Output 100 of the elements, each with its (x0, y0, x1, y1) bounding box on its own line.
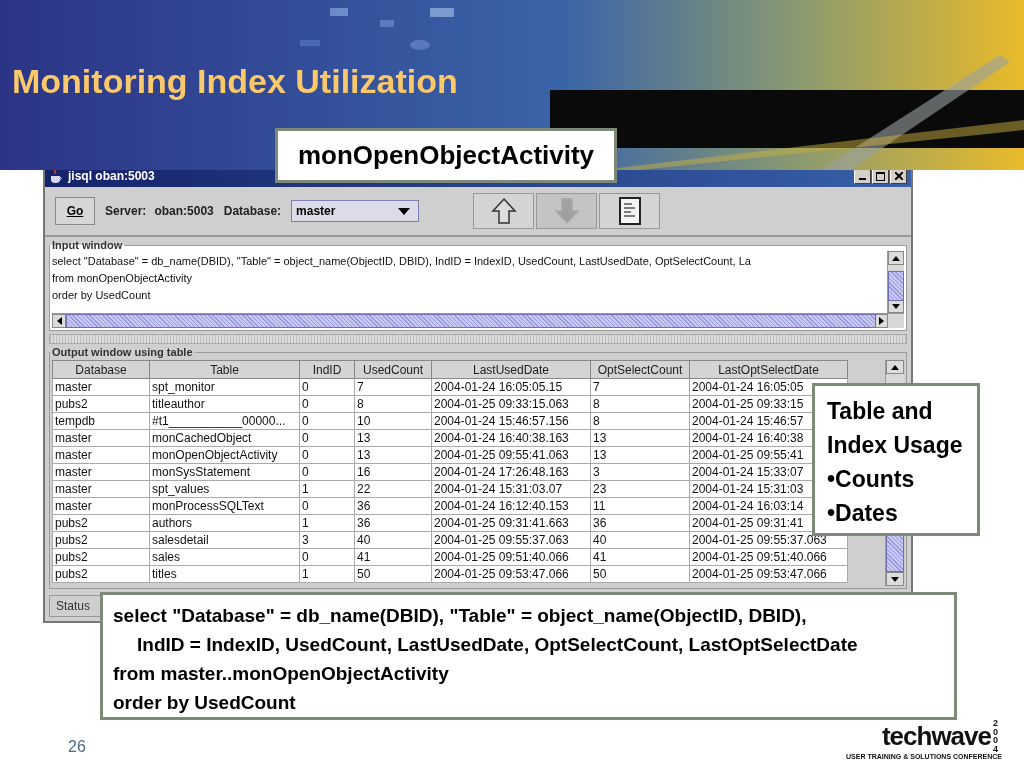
triangle-down-icon (891, 576, 899, 582)
table-cell: 0 (299, 463, 355, 481)
triangle-down-icon (892, 303, 900, 309)
table-cell: 8 (590, 412, 690, 430)
table-cell: 2004-01-25 09:51:40.066 (431, 548, 591, 566)
table-cell: master (52, 480, 150, 498)
table-cell: 0 (299, 429, 355, 447)
query-text: select "Database" = db_name(DBID), "Table" = object_name(ObjectID, DBID), (113, 604, 807, 628)
table-cell: spt_values (149, 480, 300, 498)
maximize-icon (876, 171, 885, 181)
scroll-up-button[interactable] (886, 360, 904, 374)
query-text: order by UsedCount (113, 691, 296, 715)
table-cell: pubs2 (52, 514, 150, 532)
table-cell: 40 (590, 531, 690, 549)
table-cell: 41 (354, 548, 432, 566)
table-cell: 8 (590, 395, 690, 413)
table-cell: 0 (299, 548, 355, 566)
cup-icon (49, 168, 63, 184)
table-cell: 50 (354, 565, 432, 583)
table-cell: master (52, 429, 150, 447)
table-cell: monProcessSQLText (149, 497, 300, 515)
triangle-up-icon (892, 255, 900, 261)
server-label: Server: (105, 204, 147, 218)
table-cell: 23 (590, 480, 690, 498)
up-arrow-icon (490, 197, 517, 225)
table-cell: 8 (354, 395, 432, 413)
table-cell: 13 (590, 446, 690, 464)
table-cell: master (52, 497, 150, 515)
table-cell: 0 (299, 378, 355, 396)
table-cell: pubs2 (52, 565, 150, 583)
table-cell: monSysStatement (149, 463, 300, 481)
close-icon (894, 172, 903, 180)
database-dropdown[interactable]: master (291, 200, 420, 222)
callout-text: monOpenObjectActivity (297, 140, 595, 171)
table-cell: 36 (354, 497, 432, 515)
table-cell: 1 (299, 480, 355, 498)
triangle-up-icon (891, 364, 899, 370)
arrow-button[interactable] (473, 193, 535, 229)
query-editor[interactable]: select "Database" = db_name(DBID), "Table" = object_name(ObjectID, DBID), IndID = IndexID, UsedCount, LastUsedDate, OptSelectCount, La from monOpenObjectActivity order by UsedCount (52, 251, 887, 313)
table-cell: 13 (354, 429, 432, 447)
table-cell: 13 (354, 446, 432, 464)
table-cell: 2004-01-24 17:26:48.163 (431, 463, 591, 481)
query-text: IndID = IndexID, UsedCount, LastUsedDate, OptSelectCount, LastOptSelectDate (136, 633, 858, 657)
scroll-left-button[interactable] (52, 314, 66, 328)
panel-title: Input window (51, 239, 124, 251)
table-cell: spt_monitor (149, 378, 300, 396)
table-cell: #t1___________00000... (149, 412, 300, 430)
dropdown-arrow-icon (398, 207, 411, 215)
column-header[interactable]: UsedCount (354, 360, 432, 379)
column-header[interactable]: LastOptSelectDate (689, 360, 848, 379)
column-header[interactable]: LastUsedDate (431, 360, 591, 379)
scrollbar-thumb[interactable] (888, 271, 904, 301)
table-cell: 1 (299, 514, 355, 532)
table-cell: 36 (354, 514, 432, 532)
table-cell: pubs2 (52, 531, 150, 549)
table-cell: pubs2 (52, 548, 150, 566)
table-cell: pubs2 (52, 395, 150, 413)
table-cell: 0 (299, 497, 355, 515)
scroll-up-button[interactable] (888, 251, 904, 265)
table-cell: 2004-01-25 09:53:47.066 (431, 565, 591, 583)
column-header[interactable]: IndID (299, 360, 355, 379)
table-cell: 16 (354, 463, 432, 481)
table-cell: 0 (299, 446, 355, 464)
vertical-scrollbar[interactable] (887, 251, 904, 313)
column-header[interactable]: Database (52, 360, 150, 379)
table-cell: 22 (354, 480, 432, 498)
table-cell: 2004-01-25 09:55:37.063 (431, 531, 591, 549)
page-number: 26 (68, 738, 86, 758)
table-cell: 2004-01-25 09:33:15.063 (431, 395, 591, 413)
table-cell: 2004-01-25 09:53:47.066 (689, 565, 848, 583)
table-cell: 7 (590, 378, 690, 396)
table-cell: 2004-01-24 15:46:57.156 (431, 412, 591, 430)
slide-title: Monitoring Index Utilization (11, 61, 458, 101)
table-cell: 2004-01-25 09:55:41.063 (431, 446, 591, 464)
table-cell: 50 (590, 565, 690, 583)
table-cell: master (52, 463, 150, 481)
query-line: from monOpenObjectActivity (52, 271, 193, 286)
table-cell: 2004-01-24 16:40:38.163 (431, 429, 591, 447)
query-text: from master..monOpenObjectActivity (113, 662, 449, 686)
scroll-down-button[interactable] (886, 572, 904, 586)
table-cell: 2004-01-24 15:31:03.07 (431, 480, 591, 498)
table-cell: monOpenObjectActivity (149, 446, 300, 464)
table-cell: 10 (354, 412, 432, 430)
triangle-left-icon (56, 317, 62, 325)
table-cell: sales (149, 548, 300, 566)
table-cell: 1 (299, 565, 355, 583)
table-cell: titleauthor (149, 395, 300, 413)
column-header[interactable]: Table (149, 360, 300, 379)
table-cell: authors (149, 514, 300, 532)
go-button[interactable]: Go (55, 197, 95, 225)
table-cell: master (52, 378, 150, 396)
table-cell: monCachedObject (149, 429, 300, 447)
table-cell: 3 (299, 531, 355, 549)
status-label: Status (56, 599, 91, 613)
table-cell: 0 (299, 412, 355, 430)
table-cell: salesdetail (149, 531, 300, 549)
query-line: order by UsedCount (52, 288, 152, 303)
document-button[interactable] (599, 193, 661, 229)
column-header[interactable]: OptSelectCount (590, 360, 690, 379)
table-cell: 0 (299, 395, 355, 413)
